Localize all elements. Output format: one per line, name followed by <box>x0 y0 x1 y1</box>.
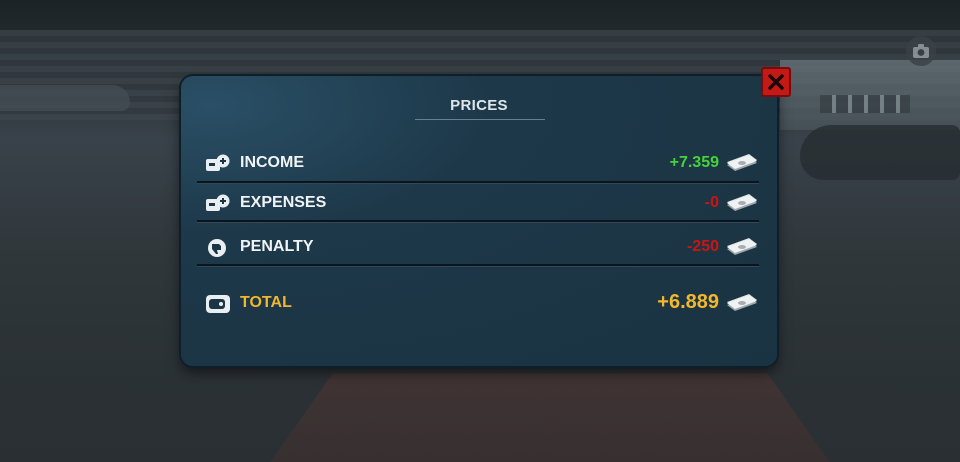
camera-icon <box>913 44 929 58</box>
cash-icon <box>727 194 757 211</box>
wallet-icon <box>206 295 230 313</box>
expenses-label: EXPENSES <box>240 194 327 211</box>
income-label: INCOME <box>240 154 304 171</box>
background-building-windows <box>820 95 910 113</box>
close-button[interactable] <box>761 67 791 97</box>
penalty-value: -250 <box>686 238 719 255</box>
row-separator <box>197 181 759 183</box>
penalty-row: PENALTY -250 <box>197 230 759 266</box>
row-separator <box>197 220 759 222</box>
camera-button[interactable] <box>906 36 936 66</box>
dialog-title: PRICES <box>450 97 508 114</box>
coin-minus-icon <box>206 194 230 211</box>
prices-dialog: PRICES INCOME +7.359 EXPENSES -0 PENALTY… <box>181 76 777 366</box>
total-label: TOTAL <box>240 294 292 311</box>
expenses-row: EXPENSES -0 <box>197 186 759 222</box>
coin-plus-icon <box>206 154 230 171</box>
background-runway <box>255 373 845 462</box>
expenses-value: -0 <box>704 194 719 211</box>
total-row: TOTAL +6.889 <box>197 286 759 322</box>
cash-icon <box>727 238 757 255</box>
background-plane-left <box>0 85 130 111</box>
row-separator <box>197 264 759 266</box>
close-icon <box>768 74 784 90</box>
penalty-label: PENALTY <box>240 238 314 255</box>
total-value: +6.889 <box>657 291 719 313</box>
background-plane-right <box>800 125 960 180</box>
title-underline <box>415 119 545 120</box>
income-row: INCOME +7.359 <box>197 146 759 182</box>
cash-icon <box>727 294 757 311</box>
thumbs-down-icon <box>208 239 226 257</box>
cash-icon <box>727 154 757 171</box>
income-value: +7.359 <box>669 154 719 171</box>
